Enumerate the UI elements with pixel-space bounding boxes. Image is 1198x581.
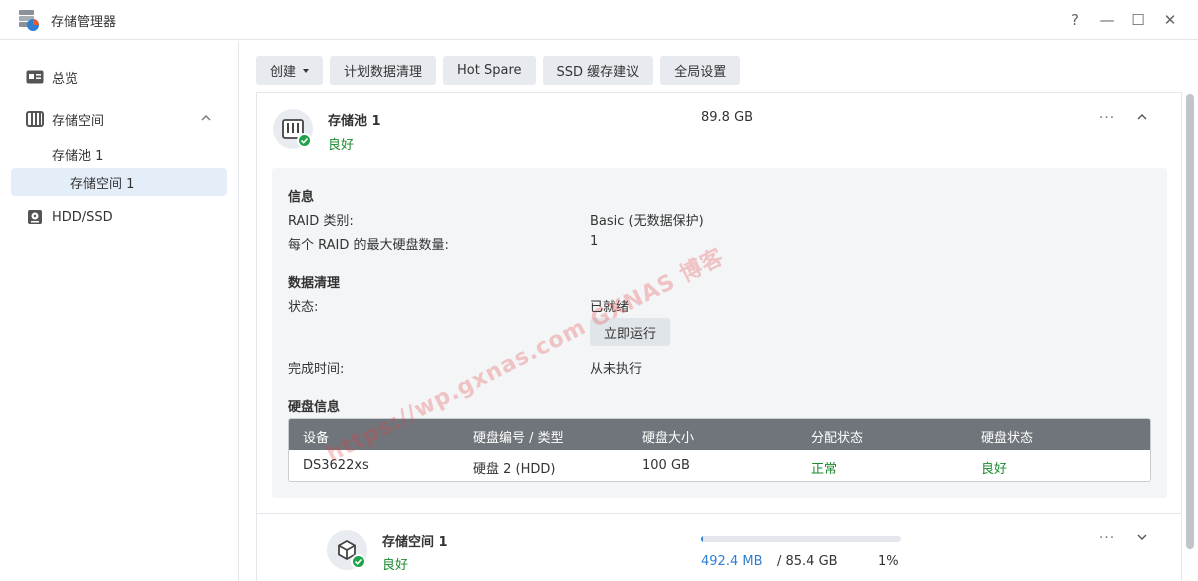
sidebar-item-label: HDD/SSD: [52, 209, 113, 225]
sidebar-item-label: 总览: [52, 71, 79, 87]
vertical-scrollbar[interactable]: [1186, 94, 1194, 549]
cell-allocation-status: 正常: [811, 462, 838, 477]
healthy-check-icon: [297, 133, 312, 148]
column-header-device: 设备: [303, 431, 330, 446]
pool-status: 良好: [328, 138, 355, 153]
volume-used: 492.4 MB: [701, 554, 763, 569]
help-icon[interactable]: ?: [1065, 10, 1085, 30]
volume-usage-percent: 1%: [878, 554, 899, 569]
volume-total: / 85.4 GB: [777, 554, 838, 569]
create-button[interactable]: 创建: [256, 56, 324, 85]
disk-table: 设备 硬盘编号 / 类型 硬盘大小 分配状态 硬盘状态 DS3622xs 硬盘 …: [288, 418, 1151, 482]
column-header-allocation-status: 分配状态: [811, 431, 864, 446]
scrub-status-label: 状态:: [288, 300, 319, 315]
schedule-scrub-button[interactable]: 计划数据清理: [330, 56, 437, 85]
column-header-disk-size: 硬盘大小: [642, 431, 695, 446]
main-panel: 创建 计划数据清理 Hot Spare SSD 缓存建议 全局设置 存储池 1 …: [240, 41, 1198, 581]
hot-spare-button[interactable]: Hot Spare: [443, 56, 536, 85]
volume-row[interactable]: 存储空间 1 良好 492.4 MB / 85.4 GB 1% ···: [257, 514, 1181, 581]
healthy-check-icon: [351, 554, 366, 569]
column-header-disk-id-type: 硬盘编号 / 类型: [473, 431, 564, 446]
disk-info-section-title: 硬盘信息: [288, 400, 341, 415]
completed-time-label: 完成时间:: [288, 362, 345, 377]
max-disks-label: 每个 RAID 的最大硬盘数量:: [288, 238, 449, 253]
raid-type-label: RAID 类别:: [288, 214, 354, 229]
create-button-label: 创建: [270, 65, 297, 80]
more-options-icon[interactable]: ···: [1097, 110, 1117, 126]
global-settings-button[interactable]: 全局设置: [660, 56, 741, 85]
usage-progress-bar: [701, 536, 901, 542]
sidebar-item-hdd-ssd[interactable]: HDD/SSD: [11, 203, 227, 231]
sidebar-item-volume-1[interactable]: 存储空间 1: [11, 168, 227, 196]
max-disks-value: 1: [590, 234, 599, 249]
scrub-section-title: 数据清理: [288, 276, 341, 291]
chevron-down-icon[interactable]: [1134, 529, 1150, 545]
ssd-cache-advisor-button[interactable]: SSD 缓存建议: [542, 56, 654, 85]
maximize-icon[interactable]: ☐: [1128, 10, 1148, 30]
more-options-icon[interactable]: ···: [1097, 530, 1117, 546]
window-title: 存储管理器: [51, 15, 117, 30]
sidebar-item-label: 存储空间: [52, 113, 105, 129]
usage-progress-fill: [701, 536, 703, 542]
completed-time-value: 从未执行: [590, 362, 643, 377]
cell-device: DS3622xs: [303, 458, 369, 473]
sidebar-item-storage[interactable]: 存储空间: [11, 105, 227, 133]
title-bar: 存储管理器 ? — ☐ ✕: [0, 0, 1198, 40]
pool-detail-panel: 信息 RAID 类别: Basic (无数据保护) 每个 RAID 的最大硬盘数…: [272, 168, 1167, 498]
volume-status: 良好: [382, 558, 409, 573]
close-icon[interactable]: ✕: [1160, 10, 1180, 30]
table-row[interactable]: DS3622xs 硬盘 2 (HDD) 100 GB 正常 良好: [289, 450, 1150, 481]
sidebar-item-label: 存储空间 1: [70, 176, 135, 192]
toolbar: 创建 计划数据清理 Hot Spare SSD 缓存建议 全局设置: [256, 56, 741, 85]
pool-header[interactable]: 存储池 1 良好 89.8 GB ···: [257, 93, 1181, 167]
chevron-up-icon[interactable]: [1134, 109, 1150, 125]
column-header-disk-status: 硬盘状态: [981, 431, 1034, 446]
raid-type-value: Basic (无数据保护): [590, 214, 704, 229]
table-header: 设备 硬盘编号 / 类型 硬盘大小 分配状态 硬盘状态: [289, 419, 1150, 450]
storage-pool-card: 存储池 1 良好 89.8 GB ··· 信息 RAID 类别: Basic (…: [256, 92, 1182, 581]
chevron-up-icon[interactable]: [199, 111, 213, 129]
info-section-title: 信息: [288, 190, 315, 205]
cell-disk-status: 良好: [981, 462, 1008, 477]
storage-icon: [25, 109, 45, 129]
sidebar-item-label: 存储池 1: [52, 148, 104, 164]
pool-name: 存储池 1: [328, 114, 381, 129]
minimize-icon[interactable]: —: [1097, 10, 1117, 30]
sidebar-item-pool-1[interactable]: 存储池 1: [11, 140, 227, 168]
cell-disk-id-type: 硬盘 2 (HDD): [473, 462, 556, 477]
run-now-button[interactable]: 立即运行: [590, 318, 671, 346]
overview-icon: [25, 67, 45, 87]
sidebar-item-overview[interactable]: 总览: [11, 63, 227, 91]
volume-name: 存储空间 1: [382, 535, 448, 550]
disk-icon: [25, 207, 45, 227]
sidebar: 总览 存储空间 存储池 1 存储空间 1 HDD/SSD: [0, 41, 239, 581]
cell-disk-size: 100 GB: [642, 458, 690, 473]
storage-manager-app-icon: [17, 8, 41, 32]
scrub-status-value: 已就绪: [590, 300, 630, 315]
pool-size: 89.8 GB: [701, 110, 754, 125]
caret-down-icon: [303, 68, 310, 73]
